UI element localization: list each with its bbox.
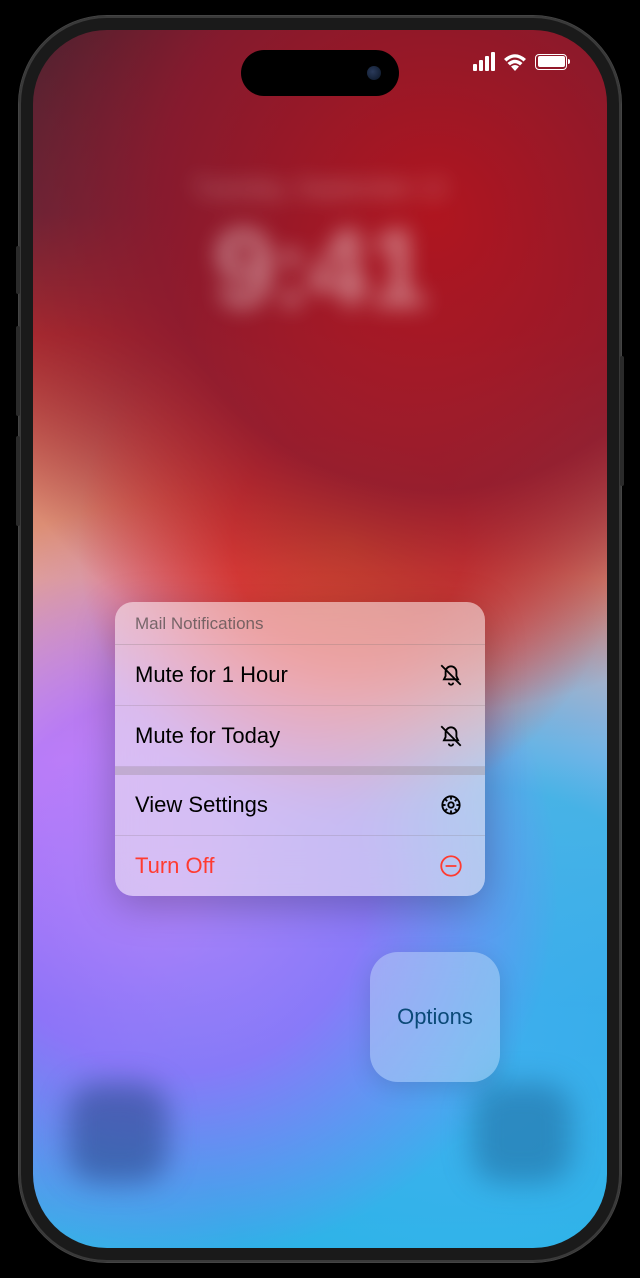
status-bar: [473, 52, 567, 71]
cellular-icon: [473, 52, 495, 71]
wifi-icon: [503, 53, 527, 71]
lock-date: Tuesday, September 12: [33, 175, 607, 203]
mute-today-label: Mute for Today: [135, 723, 280, 749]
gear-icon: [437, 791, 465, 819]
lock-time: 9:41: [33, 205, 607, 332]
volume-up-button[interactable]: [16, 326, 20, 416]
mute-1-hour-label: Mute for 1 Hour: [135, 662, 288, 688]
power-button[interactable]: [620, 356, 624, 486]
dynamic-island: [241, 50, 399, 96]
options-button[interactable]: Options: [370, 952, 500, 1082]
options-label: Options: [397, 1004, 473, 1030]
turn-off-label: Turn Off: [135, 853, 214, 879]
screen: Tuesday, September 12 9:41 Mail Notifica…: [33, 30, 607, 1248]
mute-switch[interactable]: [16, 246, 20, 294]
phone-frame: Tuesday, September 12 9:41 Mail Notifica…: [19, 16, 621, 1262]
bell-slash-icon: [437, 661, 465, 689]
minus-circle-icon: [437, 852, 465, 880]
mute-today-item[interactable]: Mute for Today: [115, 706, 485, 767]
menu-header: Mail Notifications: [115, 602, 485, 645]
lock-screen-clock: Tuesday, September 12 9:41: [33, 175, 607, 332]
mute-1-hour-item[interactable]: Mute for 1 Hour: [115, 645, 485, 706]
battery-icon: [535, 54, 567, 70]
camera-button-blurred: [472, 1083, 572, 1183]
bell-slash-icon: [437, 722, 465, 750]
flashlight-button-blurred: [68, 1083, 168, 1183]
view-settings-item[interactable]: View Settings: [115, 767, 485, 836]
notification-context-menu: Mail Notifications Mute for 1 Hour Mute …: [115, 602, 485, 896]
view-settings-label: View Settings: [135, 792, 268, 818]
turn-off-item[interactable]: Turn Off: [115, 836, 485, 896]
volume-down-button[interactable]: [16, 436, 20, 526]
